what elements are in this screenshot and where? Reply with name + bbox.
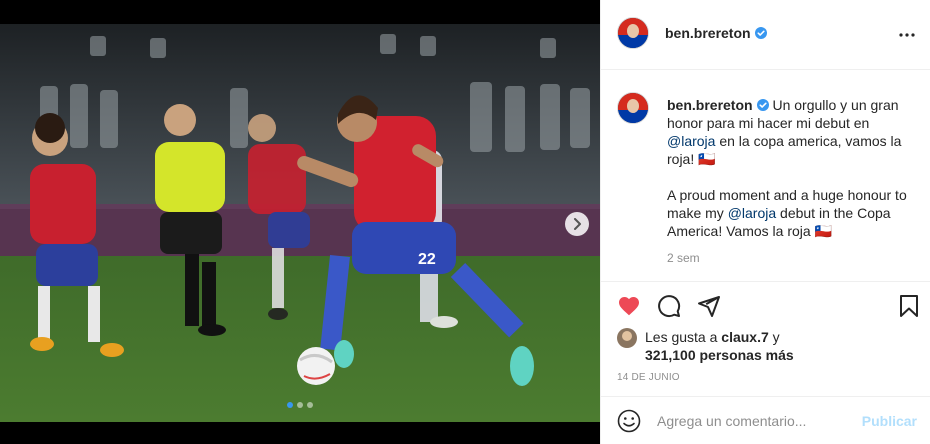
verified-badge-icon — [754, 27, 767, 39]
chile-flag-emoji: 🇨🇱 — [698, 151, 716, 167]
comment-input[interactable] — [657, 411, 857, 431]
likes-suffix: y — [768, 329, 780, 345]
emoji-picker-icon[interactable] — [617, 409, 641, 433]
author-username[interactable]: ben.brereton — [665, 25, 751, 41]
add-comment-bar: Publicar — [601, 396, 930, 444]
football-match-photo: 22 — [0, 24, 600, 422]
caption-text: ben.brereton Un orgullo y un gran honor … — [667, 96, 917, 258]
post-photo[interactable]: 22 — [0, 24, 600, 422]
post-date[interactable]: 14 DE JUNIO — [617, 372, 680, 383]
liker-username[interactable]: claux.7 — [721, 329, 768, 345]
caption-username[interactable]: ben.brereton — [667, 97, 753, 113]
carousel-dot — [297, 402, 303, 408]
comment-icon[interactable] — [657, 294, 681, 318]
mention-link[interactable]: @laroja — [728, 205, 776, 221]
verified-badge-icon — [756, 99, 769, 111]
post-side-panel: ben.brereton ben.brereton Un orgullo y u… — [600, 0, 930, 444]
carousel-indicator — [0, 402, 600, 408]
save-bookmark-icon[interactable] — [897, 294, 921, 318]
publish-comment-button[interactable]: Publicar — [862, 413, 917, 429]
likes-count[interactable]: 321,100 personas más — [645, 347, 794, 363]
more-options-icon[interactable] — [895, 24, 919, 46]
share-icon[interactable] — [697, 294, 721, 318]
mention-link[interactable]: @laroja — [667, 133, 715, 149]
post-media: 22 — [0, 0, 600, 444]
liker-avatar[interactable] — [617, 328, 637, 348]
chile-flag-emoji: 🇨🇱 — [814, 223, 833, 239]
carousel-dot — [287, 402, 293, 408]
like-heart-icon[interactable] — [617, 294, 641, 318]
author-avatar[interactable] — [617, 17, 649, 49]
likes-prefix: Les gusta a — [645, 329, 722, 345]
carousel-dot — [307, 402, 313, 408]
action-bar — [601, 281, 930, 331]
chevron-right-icon — [574, 218, 581, 230]
svg-text:22: 22 — [418, 251, 436, 268]
post-header: ben.brereton — [601, 0, 930, 70]
caption-author-avatar[interactable] — [617, 92, 649, 124]
next-image-button[interactable] — [565, 212, 589, 236]
caption-timestamp[interactable]: 2 sem — [667, 251, 700, 265]
